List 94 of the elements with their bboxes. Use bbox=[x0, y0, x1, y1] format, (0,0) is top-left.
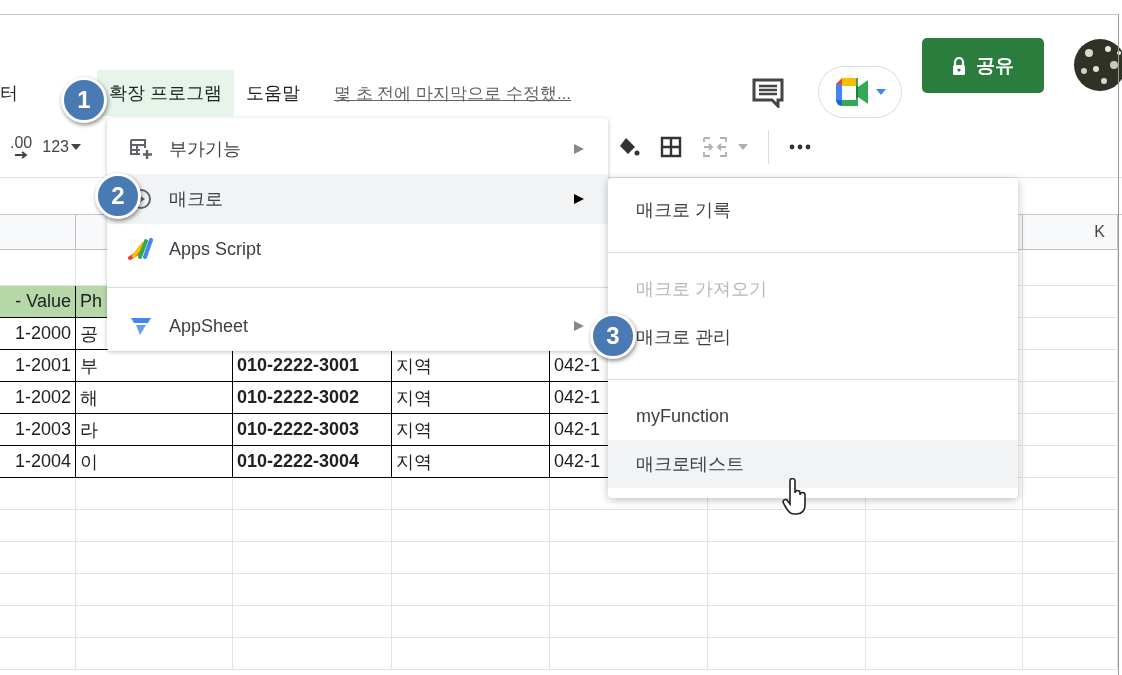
borders-icon[interactable] bbox=[660, 135, 682, 158]
grid-cell[interactable] bbox=[0, 606, 76, 638]
meet-button[interactable] bbox=[818, 66, 902, 118]
grid-cell[interactable] bbox=[550, 606, 708, 638]
table-cell: 010-2222-3002 bbox=[233, 382, 392, 414]
grid-cell[interactable] bbox=[392, 478, 550, 510]
table-cell: 해 bbox=[76, 382, 233, 414]
grid-cell[interactable] bbox=[708, 638, 866, 670]
grid-cell[interactable] bbox=[76, 478, 233, 510]
grid-cell[interactable] bbox=[708, 542, 866, 574]
grid-cell[interactable] bbox=[0, 638, 76, 670]
comment-icon[interactable] bbox=[752, 78, 784, 108]
grid-cell[interactable] bbox=[1023, 542, 1118, 574]
more-icon[interactable] bbox=[789, 143, 811, 150]
grid-cell[interactable] bbox=[1023, 446, 1118, 478]
table-cell: 1-2001 bbox=[0, 350, 76, 382]
add-table-icon bbox=[129, 138, 153, 160]
arrow-icon bbox=[14, 150, 29, 159]
grid-cell[interactable] bbox=[1023, 286, 1118, 318]
last-edit-link[interactable]: 몇 초 전에 마지막으로 수정했... bbox=[334, 70, 572, 116]
caret-icon[interactable] bbox=[738, 143, 748, 150]
menu-item[interactable]: 도움말 bbox=[234, 70, 312, 116]
grid-cell[interactable] bbox=[233, 542, 392, 574]
grid-cell[interactable] bbox=[866, 574, 1023, 606]
table-cell: 지역 bbox=[392, 414, 550, 446]
grid-cell[interactable] bbox=[1023, 250, 1118, 286]
grid-cell[interactable] bbox=[866, 510, 1023, 542]
grid-cell[interactable] bbox=[1023, 318, 1118, 350]
grid-cell[interactable] bbox=[866, 606, 1023, 638]
table-cell: 라 bbox=[76, 414, 233, 446]
menu-item[interactable]: Apps Script bbox=[107, 224, 584, 274]
grid-cell[interactable] bbox=[1023, 414, 1118, 446]
table-cell: 010-2222-3003 bbox=[233, 414, 392, 446]
grid-cell[interactable] bbox=[866, 638, 1023, 670]
grid-cell[interactable] bbox=[550, 542, 708, 574]
grid-cell[interactable] bbox=[233, 606, 392, 638]
grid-cell[interactable] bbox=[76, 606, 233, 638]
menu-item[interactable]: 터 bbox=[0, 70, 18, 116]
table-cell: 지역 bbox=[392, 382, 550, 414]
grid-cell[interactable] bbox=[233, 478, 392, 510]
grid-cell[interactable] bbox=[76, 542, 233, 574]
table-cell: 1-2002 bbox=[0, 382, 76, 414]
grid-cell[interactable] bbox=[392, 606, 550, 638]
column-header[interactable] bbox=[0, 215, 76, 250]
table-cell: 1-2000 bbox=[0, 318, 76, 350]
header-cell: - Value bbox=[0, 286, 76, 318]
caret-icon bbox=[70, 143, 81, 150]
grid-cell[interactable] bbox=[550, 574, 708, 606]
lock-icon bbox=[952, 56, 966, 75]
grid-cell[interactable] bbox=[1023, 382, 1118, 414]
table-cell: 1-2003 bbox=[0, 414, 76, 446]
grid-cell[interactable] bbox=[76, 638, 233, 670]
grid-cell[interactable] bbox=[0, 478, 76, 510]
grid-cell[interactable] bbox=[233, 638, 392, 670]
grid-cell[interactable] bbox=[76, 574, 233, 606]
grid-cell[interactable] bbox=[550, 510, 708, 542]
column-header[interactable]: K bbox=[1023, 215, 1118, 250]
menu-item[interactable]: 매크로 기록 bbox=[636, 186, 1018, 234]
menu-item[interactable]: 부가기능 bbox=[107, 124, 584, 174]
grid-cell[interactable] bbox=[0, 574, 76, 606]
grid-cell[interactable] bbox=[1023, 638, 1118, 670]
grid-cell[interactable] bbox=[866, 542, 1023, 574]
grid-cell[interactable] bbox=[708, 606, 866, 638]
step-badge: 1 bbox=[61, 77, 107, 123]
grid-cell[interactable] bbox=[233, 574, 392, 606]
avatar-icon[interactable] bbox=[1074, 39, 1122, 91]
grid-cell[interactable] bbox=[708, 574, 866, 606]
menu-item[interactable]: 확장 프로그램 bbox=[97, 70, 234, 116]
grid-cell[interactable] bbox=[392, 542, 550, 574]
appsheet-icon bbox=[130, 316, 152, 336]
caret-icon bbox=[876, 89, 886, 95]
decimal-label[interactable]: .00 bbox=[10, 134, 33, 151]
grid-cell[interactable] bbox=[233, 510, 392, 542]
table-cell: 이 bbox=[76, 446, 233, 478]
grid-cell[interactable] bbox=[1023, 510, 1118, 542]
grid-cell[interactable] bbox=[550, 638, 708, 670]
paint-bucket-icon[interactable] bbox=[618, 136, 640, 157]
table-cell: 010-2222-3004 bbox=[233, 446, 392, 478]
grid-cell[interactable] bbox=[1023, 606, 1118, 638]
grid-cell[interactable] bbox=[392, 638, 550, 670]
grid-cell[interactable] bbox=[392, 510, 550, 542]
menu-item[interactable]: 매크로테스트 bbox=[608, 440, 1018, 488]
grid-cell[interactable] bbox=[392, 574, 550, 606]
grid-cell[interactable] bbox=[1023, 574, 1118, 606]
format-label[interactable]: 123 bbox=[42, 137, 69, 156]
apps-script-icon bbox=[128, 238, 154, 260]
table-cell: 1-2004 bbox=[0, 446, 76, 478]
grid-cell[interactable] bbox=[1023, 350, 1118, 382]
grid-cell[interactable] bbox=[0, 542, 76, 574]
grid-cell[interactable] bbox=[76, 510, 233, 542]
share-button[interactable]: 공유 bbox=[922, 38, 1044, 93]
grid-cell[interactable] bbox=[1023, 478, 1118, 510]
table-cell: 지역 bbox=[392, 446, 550, 478]
grid-cell[interactable] bbox=[0, 510, 76, 542]
